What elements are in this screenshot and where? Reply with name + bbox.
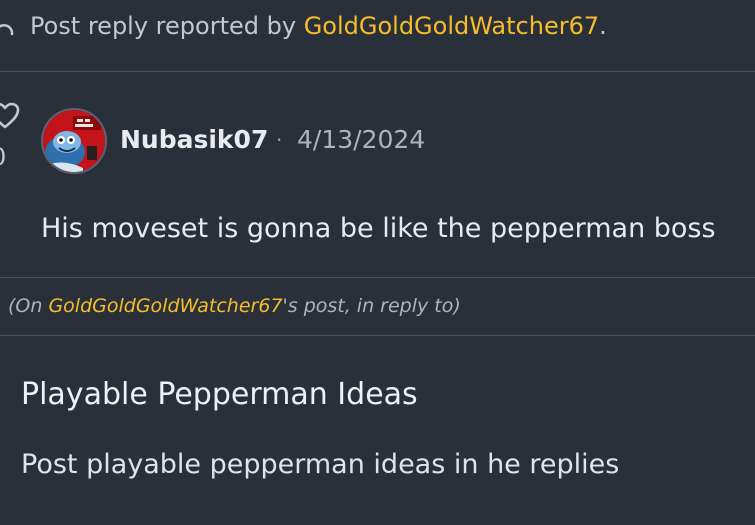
post-date: 4/13/2024 [297,125,426,154]
user-avatar[interactable] [41,108,107,174]
topic-title-link[interactable]: Playable Pepperman Ideas [21,375,418,415]
heart-icon[interactable] [0,102,20,130]
reply-post: 0 Nubasik07 · 4/13/2024 His mov [0,72,755,278]
report-prefix: Post reply reported by [30,12,304,40]
report-icon [0,24,14,36]
avatar-image [43,110,105,172]
original-poster-username-link[interactable]: GoldGoldGoldWatcher67 [48,295,282,317]
report-suffix: . [599,12,607,40]
forum-page: Post reply reported by GoldGoldGoldWatch… [0,0,755,525]
reply-context-text: (On GoldGoldGoldWatcher67's post, in rep… [8,291,461,321]
meta-separator: · [276,128,283,152]
reply-context: (On GoldGoldGoldWatcher67's post, in rep… [0,278,755,336]
context-prefix: (On [8,295,49,317]
original-topic: Playable Pepperman Ideas Post playable p… [0,336,755,525]
like-count: 0 [0,142,6,172]
post-body-text: His moveset is gonna be like the pepperm… [41,213,716,244]
report-text: Post reply reported by GoldGoldGoldWatch… [30,9,607,43]
report-notice: Post reply reported by GoldGoldGoldWatch… [0,0,755,72]
author-username-link[interactable]: Nubasik07 [120,123,268,157]
context-suffix: 's post, in reply to) [282,295,461,317]
topic-body-text: Post playable pepperman ideas in he repl… [21,449,620,480]
reporter-username-link[interactable]: GoldGoldGoldWatcher67 [304,12,599,40]
